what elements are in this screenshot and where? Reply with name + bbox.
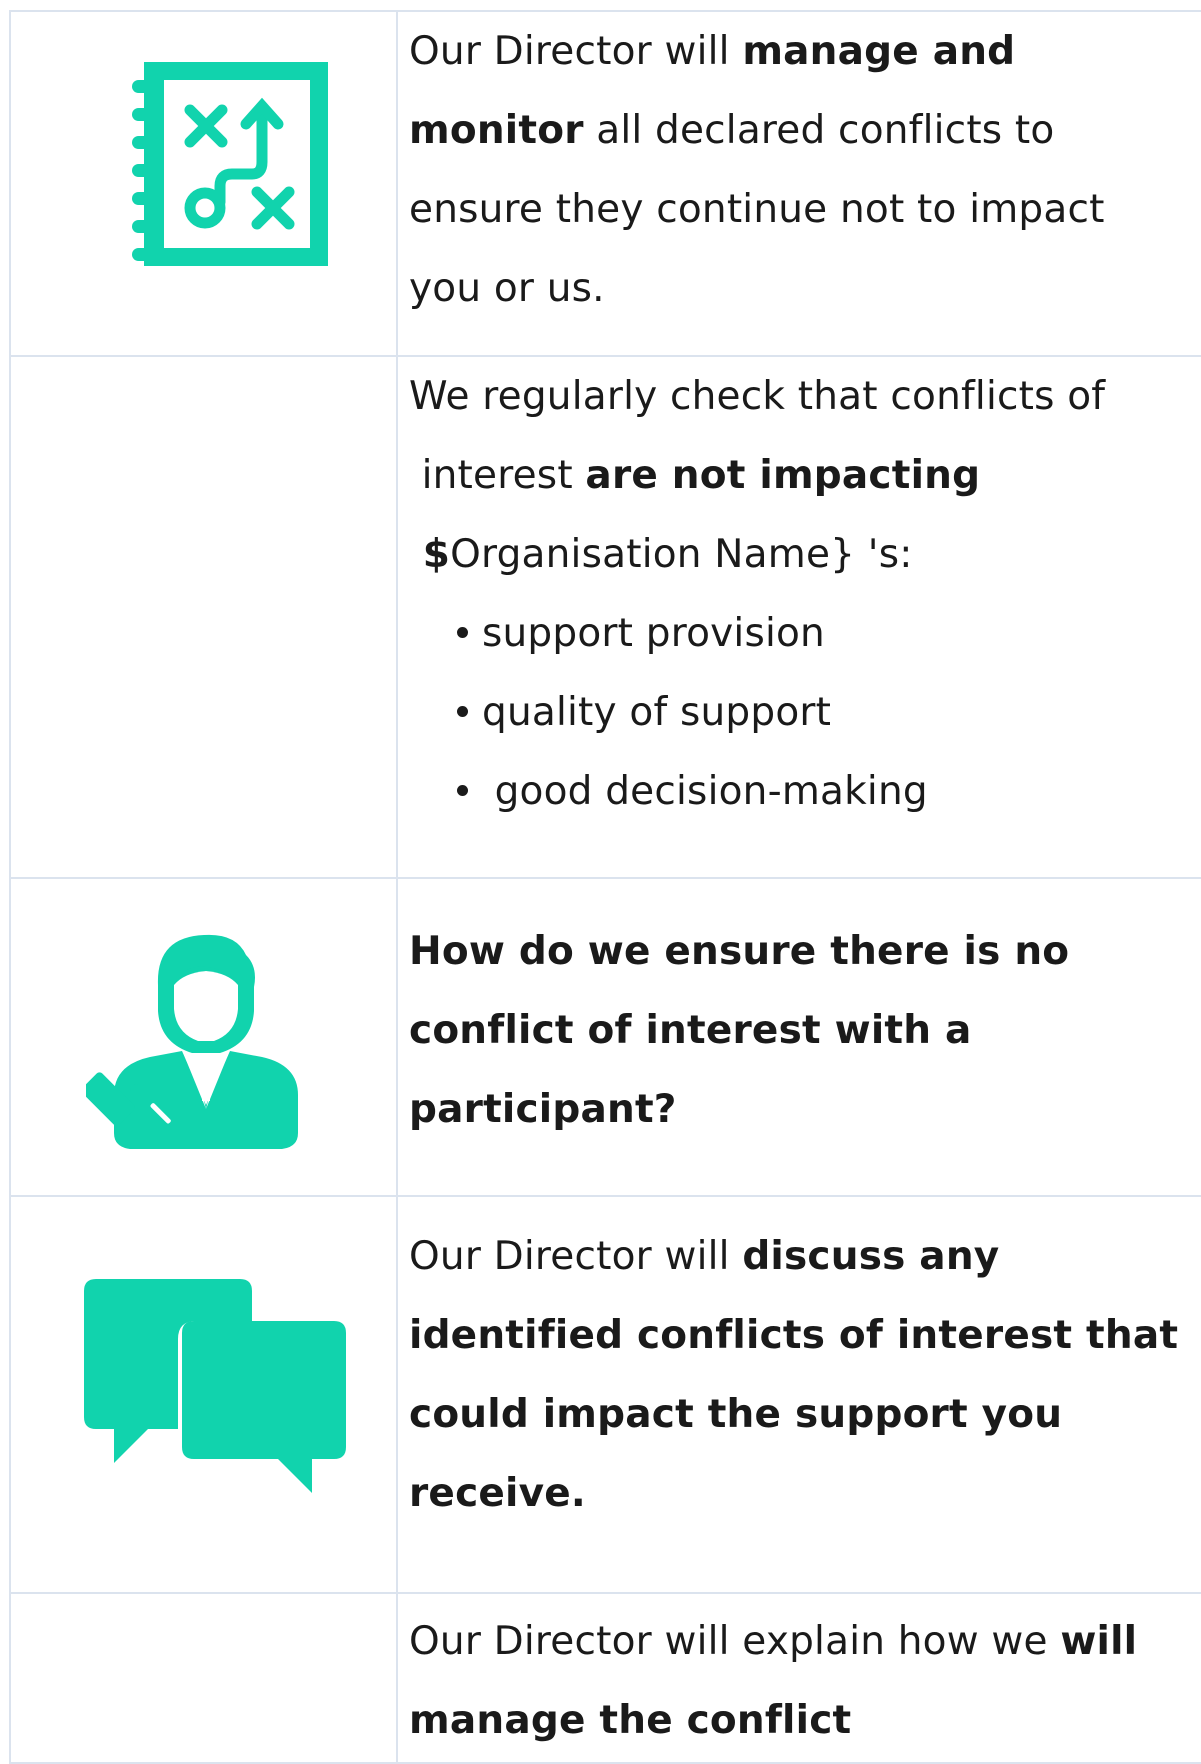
bullet-text: quality of support bbox=[482, 690, 832, 735]
heading-line: How do we ensure there is no bbox=[409, 912, 1201, 991]
text-line: Our Director will discuss any bbox=[409, 1217, 1201, 1296]
text-run: ensure they continue not to impact bbox=[409, 187, 1105, 232]
judge-person-icon bbox=[86, 915, 326, 1165]
heading-line: participant? bbox=[409, 1070, 1201, 1149]
text-cell: We regularly check that conflicts of int… bbox=[396, 355, 1201, 879]
text-run: Our Director will explain how we bbox=[409, 1619, 1061, 1664]
bullet-item: quality of support bbox=[409, 673, 1201, 752]
text-run: Organisation Name} 's: bbox=[450, 532, 913, 577]
heading-line: conflict of interest with a bbox=[409, 991, 1201, 1070]
icon-cell bbox=[9, 877, 398, 1197]
text-line: $Organisation Name} 's: bbox=[409, 515, 1201, 594]
text-run-bold: could impact the support you bbox=[409, 1392, 1063, 1437]
text-run-bold: are not impacting bbox=[585, 453, 981, 498]
text-line: receive. bbox=[409, 1454, 1201, 1533]
bullet-icon bbox=[457, 785, 468, 796]
icon-cell bbox=[9, 1195, 398, 1594]
text-line: monitor all declared conflicts to bbox=[409, 91, 1201, 170]
text-cell: Our Director will discuss any identified… bbox=[396, 1195, 1201, 1594]
text-run: all declared conflicts to bbox=[583, 108, 1055, 153]
text-line: Our Director will manage and bbox=[409, 12, 1201, 91]
text-run: interest bbox=[409, 453, 586, 498]
table-row: Our Director will discuss any identified… bbox=[9, 1195, 1201, 1594]
bullet-icon bbox=[457, 706, 468, 717]
text-cell: Our Director will explain how we will ma… bbox=[396, 1592, 1201, 1764]
text-line: ensure they continue not to impact bbox=[409, 170, 1201, 249]
bullet-text: good decision-making bbox=[482, 769, 928, 814]
text-line: interest are not impacting bbox=[409, 436, 1201, 515]
table-row: Our Director will explain how we will ma… bbox=[9, 1592, 1201, 1764]
strategy-plan-icon bbox=[132, 62, 332, 272]
text-run-bold: conflict of interest with a bbox=[409, 1008, 972, 1053]
text-line: Our Director will explain how we will bbox=[409, 1602, 1201, 1681]
table-row: Our Director will manage and monitor all… bbox=[9, 10, 1201, 357]
text-run-bold: $ bbox=[409, 532, 451, 577]
bullet-item: good decision-making bbox=[409, 752, 1201, 831]
text-cell: How do we ensure there is no conflict of… bbox=[396, 877, 1201, 1197]
text-run: Our Director will bbox=[409, 1234, 743, 1279]
table-row: How do we ensure there is no conflict of… bbox=[9, 877, 1201, 1197]
text-run-bold: identified conflicts of interest that bbox=[409, 1313, 1179, 1358]
text-run-bold: participant? bbox=[409, 1087, 677, 1132]
icon-cell-empty bbox=[9, 1592, 398, 1764]
text-line: manage the conflict bbox=[409, 1681, 1201, 1760]
text-run-bold: manage the conflict bbox=[409, 1698, 852, 1743]
table-row: We regularly check that conflicts of int… bbox=[9, 355, 1201, 879]
text-line: identified conflicts of interest that bbox=[409, 1296, 1201, 1375]
bullet-text: support provision bbox=[482, 611, 825, 656]
text-run-bold: receive. bbox=[409, 1471, 586, 1516]
policy-table: Our Director will manage and monitor all… bbox=[9, 10, 1201, 1764]
chat-bubbles-icon bbox=[82, 1279, 346, 1499]
bullet-item: support provision bbox=[409, 594, 1201, 673]
icon-cell bbox=[9, 10, 398, 357]
text-line: you or us. bbox=[409, 249, 1201, 328]
text-line: We regularly check that conflicts of bbox=[409, 357, 1201, 436]
text-line: could impact the support you bbox=[409, 1375, 1201, 1454]
text-run-bold: discuss any bbox=[742, 1234, 1000, 1279]
text-run-bold: manage and bbox=[742, 29, 1016, 74]
text-run-bold: monitor bbox=[409, 108, 584, 153]
text-run-bold: will bbox=[1060, 1619, 1138, 1664]
icon-cell-empty bbox=[9, 355, 398, 879]
bullet-icon bbox=[457, 627, 468, 638]
text-run: Our Director will bbox=[409, 29, 743, 74]
text-run: you or us. bbox=[409, 266, 605, 311]
text-run: We regularly check that conflicts of bbox=[409, 374, 1106, 419]
text-cell: Our Director will manage and monitor all… bbox=[396, 10, 1201, 357]
text-run-bold: How do we ensure there is no bbox=[409, 929, 1070, 974]
